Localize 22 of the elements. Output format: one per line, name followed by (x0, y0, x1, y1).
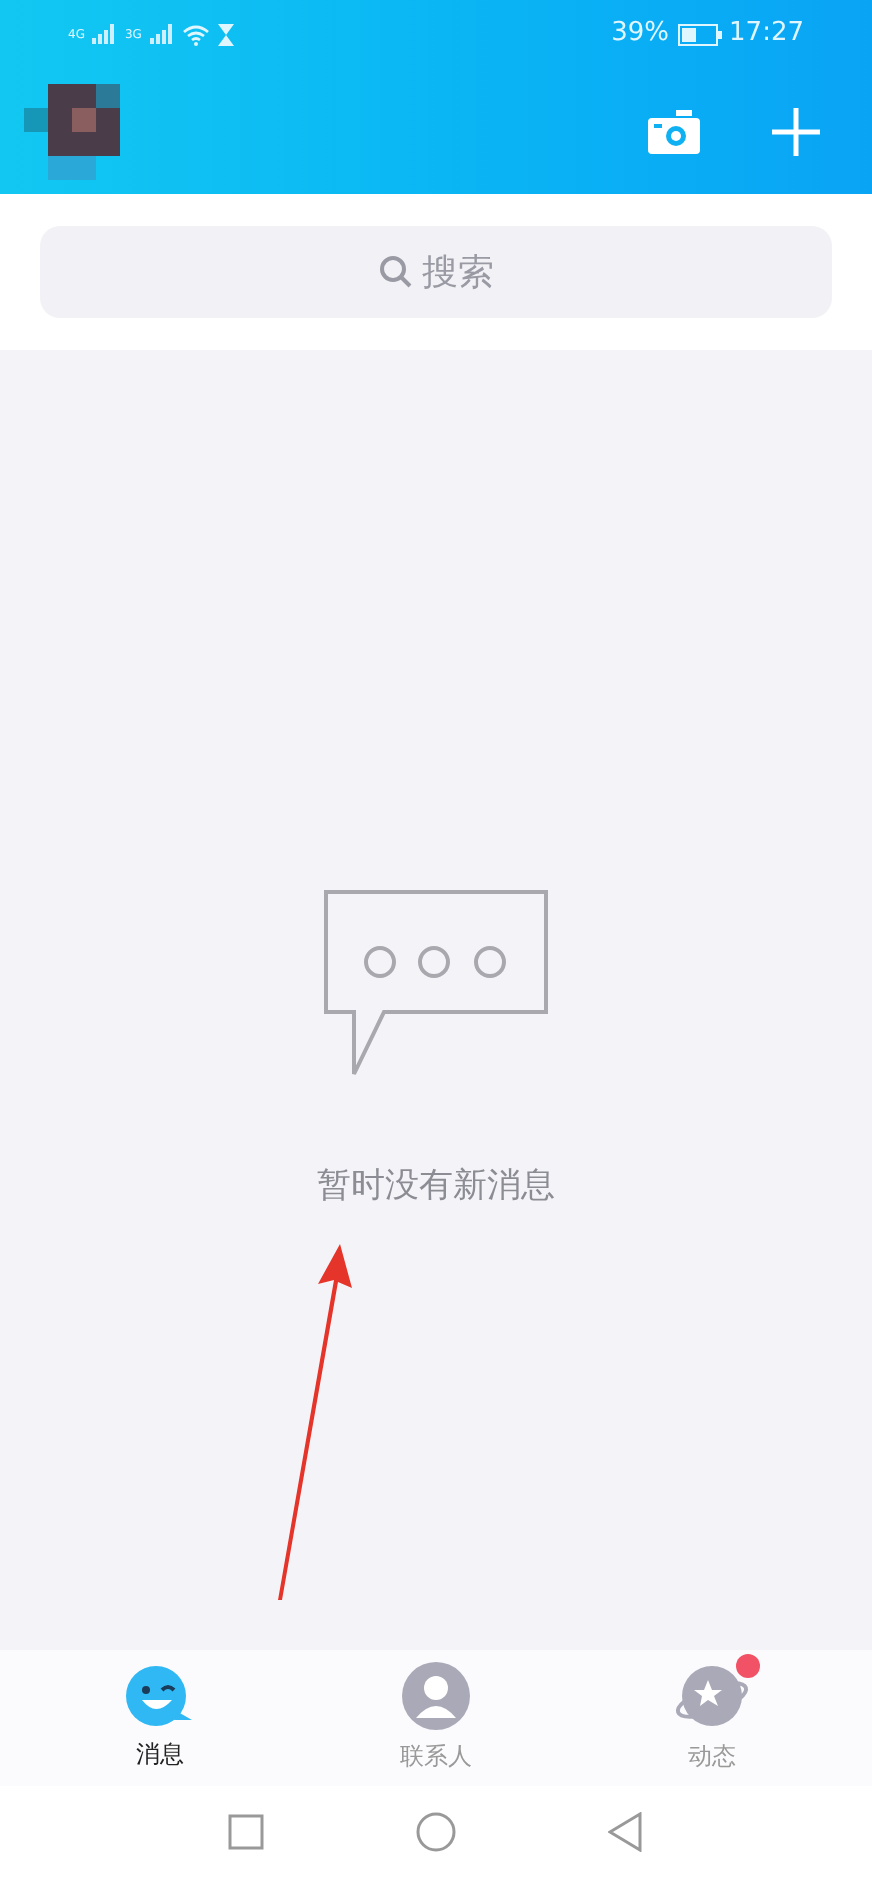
clock: 17:27 (729, 16, 804, 53)
person-icon (402, 1662, 470, 1730)
tab[interactable]: 联系人 (372, 1662, 500, 1774)
hourglass-icon (217, 23, 234, 45)
recents-icon[interactable] (228, 1814, 264, 1850)
signal-icon (149, 24, 174, 44)
tab[interactable]: 动态 (648, 1662, 776, 1774)
smiley-bubble-icon (124, 1664, 196, 1728)
back-icon[interactable] (608, 1812, 644, 1852)
camera-icon[interactable] (648, 109, 700, 153)
search-field[interactable]: 搜索 (40, 226, 832, 318)
signal-icon (92, 24, 117, 44)
search-placeholder: 搜索 (422, 249, 494, 297)
battery-icon (677, 23, 722, 45)
planet-star-icon (674, 1662, 750, 1730)
search-icon (378, 254, 414, 290)
empty-message: 暂时没有新消息 (317, 1164, 555, 1210)
wifi-icon (181, 23, 210, 45)
home-icon[interactable] (416, 1812, 456, 1852)
tab[interactable]: 消息 (96, 1664, 224, 1772)
battery-percent: 39% (611, 16, 670, 53)
add-icon[interactable] (772, 107, 820, 155)
